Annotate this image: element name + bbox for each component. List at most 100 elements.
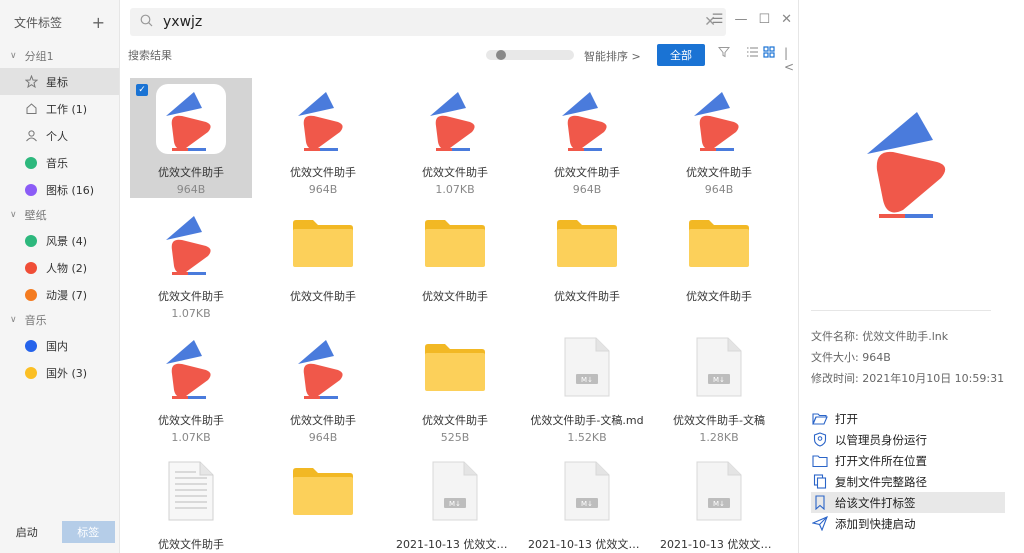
action-item[interactable]: 复制文件完整路径 xyxy=(811,471,1005,492)
file-tile[interactable]: 优效文件助手 xyxy=(658,202,780,322)
color-dot-icon xyxy=(24,288,38,302)
file-size: 964B xyxy=(704,183,734,196)
sidebar-item[interactable]: 星标 xyxy=(0,68,119,95)
action-item[interactable]: 给该文件打标签 xyxy=(811,492,1005,513)
sidebar-item[interactable]: 风景 (4) xyxy=(0,227,119,254)
svg-text:M↓: M↓ xyxy=(449,500,461,508)
sidebar-item-label: 国外 (3) xyxy=(46,366,88,380)
sidebar-group-header[interactable]: ∨ 分组1 xyxy=(0,44,119,68)
search-input[interactable] xyxy=(163,14,705,30)
sidebar-group-header[interactable]: ∨ 音乐 xyxy=(0,308,119,332)
file-size: 1.52KB xyxy=(567,431,607,444)
file-size: 964B xyxy=(572,183,602,196)
folder-open-icon xyxy=(811,411,829,427)
close-icon[interactable]: ✕ xyxy=(781,12,792,27)
collapse-panel-icon[interactable]: |< xyxy=(784,46,794,74)
file-preview xyxy=(859,100,969,220)
file-tile[interactable]: ✓ 优效文件助手 964B xyxy=(130,78,252,198)
file-tile[interactable] xyxy=(262,450,384,553)
folder-icon xyxy=(288,208,358,278)
file-tile[interactable]: 优效文件助手 1.07KB xyxy=(130,202,252,322)
file-name: 优效文件助手 xyxy=(290,290,356,303)
menu-icon[interactable]: ☰ xyxy=(712,12,724,27)
document-icon: M↓ xyxy=(684,456,754,526)
sidebar-item[interactable]: 个人 xyxy=(0,122,119,149)
file-name: 优效文件助手 xyxy=(290,414,356,427)
person-icon xyxy=(24,129,38,143)
send-icon xyxy=(811,516,829,532)
sidebar-item[interactable]: 工作 (1) xyxy=(0,95,119,122)
list-view-icon[interactable] xyxy=(746,46,759,62)
sidebar-item-label: 音乐 xyxy=(46,156,68,170)
file-tile[interactable]: 优效文件助手 964B xyxy=(262,78,384,198)
add-tag-button[interactable]: + xyxy=(92,13,105,32)
color-dot-icon xyxy=(24,183,38,197)
file-size: 964B xyxy=(308,183,338,196)
sidebar-item[interactable]: 音乐 xyxy=(0,149,119,176)
zoom-slider[interactable] xyxy=(486,50,574,60)
file-details: 文件名称: 优效文件助手.lnk 文件大小: 964B 修改时间: 2021年1… xyxy=(811,326,1004,389)
sidebar-item[interactable]: 动漫 (7) xyxy=(0,281,119,308)
file-name: 优效文件助手 xyxy=(422,166,488,179)
file-size: 1.07KB xyxy=(171,431,211,444)
svg-text:M↓: M↓ xyxy=(581,500,593,508)
file-grid: ✓ 优效文件助手 964B 优效文件助手 964B 优效文件助手 1.07KB 优效文件助手 9… xyxy=(120,78,798,553)
grid-view-icon[interactable] xyxy=(763,46,775,62)
tag-groups: ∨ 分组1 星标 工作 (1) 个人 音乐 图标 (16) ∨ 壁纸 风景 (4) 人物 (2) 动漫… xyxy=(0,44,119,386)
chevron-down-icon: ∨ xyxy=(10,210,17,220)
file-name-detail: 文件名称: 优效文件助手.lnk xyxy=(811,330,949,343)
file-tile[interactable]: M↓ 优效文件助手-文稿.md 1.52KB xyxy=(526,326,648,446)
action-item[interactable]: 添加到快捷启动 xyxy=(811,513,1005,534)
sidebar-group-header[interactable]: ∨ 壁纸 xyxy=(0,203,119,227)
file-name: 2021-10-13 优效文件助 xyxy=(660,538,780,551)
sidebar-item-label: 动漫 (7) xyxy=(46,288,88,302)
file-tile[interactable]: 优效文件助手 1.07KB xyxy=(394,78,516,198)
file-tile[interactable]: M↓ 2021-10-13 优效文件助 xyxy=(658,450,780,553)
action-item[interactable]: 打开 xyxy=(811,408,1005,429)
color-dot-icon xyxy=(24,156,38,170)
file-tile[interactable]: 优效文件助手 xyxy=(130,450,252,553)
file-size: 964B xyxy=(308,431,338,444)
file-tile[interactable]: 优效文件助手 964B xyxy=(526,78,648,198)
file-size: 1.28KB xyxy=(699,431,739,444)
toolbar: 搜索结果 智能排序 > 全部 |< xyxy=(128,44,794,74)
maximize-icon[interactable]: ☐ xyxy=(758,12,770,27)
sidebar-item[interactable]: 国内 xyxy=(0,332,119,359)
file-tile[interactable]: 优效文件助手 1.07KB xyxy=(130,326,252,446)
file-date-detail: 修改时间: 2021年10月10日 10:59:31 xyxy=(811,372,1005,385)
file-tile[interactable]: 优效文件助手 xyxy=(262,202,384,322)
file-tile[interactable]: 优效文件助手 xyxy=(526,202,648,322)
file-name: 优效文件助手 xyxy=(158,290,224,303)
group-label: 音乐 xyxy=(24,314,47,327)
app-icon xyxy=(156,208,226,278)
file-size: 525B xyxy=(440,431,470,444)
sort-button[interactable]: 智能排序 > xyxy=(584,48,641,64)
color-dot-icon xyxy=(24,234,38,248)
tab-launch[interactable]: 启动 xyxy=(0,521,54,543)
sidebar-item[interactable]: 人物 (2) xyxy=(0,254,119,281)
file-tile[interactable]: M↓ 优效文件助手-文稿 1.28KB xyxy=(658,326,780,446)
file-tile[interactable]: 优效文件助手 964B xyxy=(262,326,384,446)
filter-icon[interactable] xyxy=(717,46,731,62)
file-tile[interactable]: 优效文件助手 525B xyxy=(394,326,516,446)
file-name: 优效文件助手 xyxy=(422,414,488,427)
file-tile[interactable]: M↓ 2021-10-13 优效文件助 xyxy=(526,450,648,553)
sidebar-item[interactable]: 国外 (3) xyxy=(0,359,119,386)
file-tile[interactable]: 优效文件助手 964B xyxy=(658,78,780,198)
sidebar-item[interactable]: 图标 (16) xyxy=(0,176,119,203)
slider-knob[interactable] xyxy=(496,50,506,60)
file-tile[interactable]: 优效文件助手 xyxy=(394,202,516,322)
all-filter-button[interactable]: 全部 xyxy=(657,44,705,66)
action-item[interactable]: 打开文件所在位置 xyxy=(811,450,1005,471)
tab-tags[interactable]: 标签 xyxy=(61,521,115,543)
group-label: 分组1 xyxy=(24,50,54,63)
file-size-detail: 文件大小: 964B xyxy=(811,351,891,364)
file-name: 优效文件助手 xyxy=(686,290,752,303)
checkbox-icon[interactable]: ✓ xyxy=(136,84,148,96)
file-name: 优效文件助手 xyxy=(158,414,224,427)
minimize-icon[interactable]: — xyxy=(734,12,747,27)
file-tile[interactable]: M↓ 2021-10-13 优效文件助 xyxy=(394,450,516,553)
document-icon xyxy=(156,456,226,526)
action-item[interactable]: 以管理员身份运行 xyxy=(811,429,1005,450)
file-name: 优效文件助手 xyxy=(686,166,752,179)
